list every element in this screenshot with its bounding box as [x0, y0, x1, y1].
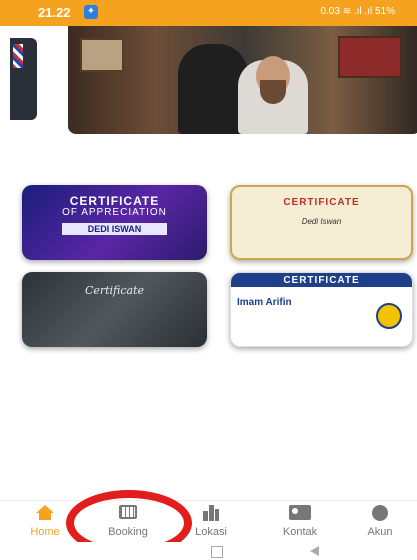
system-nav-bar [0, 542, 417, 560]
hero-image[interactable] [68, 26, 417, 134]
recents-icon[interactable] [211, 546, 223, 558]
wall-sign [338, 36, 402, 78]
wall-frame [80, 38, 124, 72]
status-indicators: 0.03 ≋ .ıl .ıl 51% [320, 6, 395, 17]
certificate-card[interactable]: CERTIFICATE Imam Arifin [230, 272, 413, 347]
home-icon-body [39, 513, 51, 520]
certificate-card[interactable]: CERTIFICATE OF APPRECIATION DEDI ISWAN [22, 185, 207, 260]
back-icon[interactable] [310, 546, 319, 556]
certificate-subtitle: OF APPRECIATION [62, 207, 167, 218]
certificate-title: CERTIFICATE [283, 197, 360, 208]
certificate-title: CERTIFICATE [283, 275, 360, 286]
nav-item-akun[interactable]: Akun [345, 501, 415, 543]
user-icon [372, 505, 388, 521]
seal-icon [376, 303, 402, 329]
certificate-card[interactable]: CERTIFICATE Dedi Iswan [230, 185, 413, 260]
certificate-name: Dedi Iswan [301, 217, 342, 226]
certificate-name: Imam Arifin [237, 297, 292, 308]
nav-item-kontak[interactable]: Kontak [265, 501, 335, 543]
status-bar: 21.22 ✦ 0.03 ≋ .ıl .ıl 51% [0, 0, 417, 26]
building-icon [203, 505, 219, 521]
hero-slide-previous[interactable] [10, 38, 37, 120]
contact-icon [289, 505, 311, 520]
app-notification-icon: ✦ [84, 5, 98, 19]
nav-label-kontak: Kontak [282, 526, 318, 538]
certificate-title: Certificate [84, 284, 145, 297]
nav-label-akun: Akun [367, 526, 393, 538]
certificate-title: CERTIFICATE [69, 194, 160, 208]
certificate-name: DEDI ISWAN [62, 223, 167, 235]
bottom-nav: Home Booking Lokasi Kontak Akun [0, 500, 417, 543]
home-icon [36, 505, 54, 513]
status-time: 21.22 [38, 5, 71, 20]
certificate-card[interactable]: Certificate [22, 272, 207, 347]
barber-pole-icon [13, 44, 23, 68]
